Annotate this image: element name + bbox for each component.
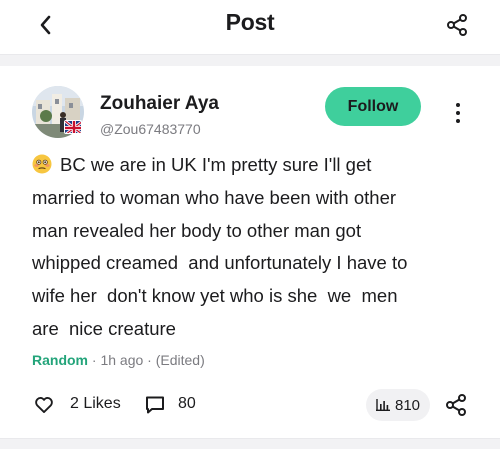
post-line-text: BC we are in UK I'm pretty sure I'll get xyxy=(60,154,372,175)
flushed-face-emoji xyxy=(32,154,52,174)
follow-button[interactable]: Follow xyxy=(325,87,421,126)
views-badge[interactable]: 810 xyxy=(366,389,430,421)
more-dot-icon xyxy=(456,119,460,123)
post-time: 1h ago xyxy=(100,352,144,368)
comment-icon xyxy=(146,396,164,414)
top-bar: Post xyxy=(0,0,500,50)
more-options-button[interactable] xyxy=(449,98,467,128)
uk-flag-icon xyxy=(64,120,82,134)
post-line: are nice creature xyxy=(32,317,176,339)
meta-separator: · xyxy=(147,352,152,368)
comment-button[interactable] xyxy=(144,395,166,415)
more-dot-icon xyxy=(456,111,460,115)
post-line: man revealed her body to other man got xyxy=(32,219,362,241)
bar-chart-icon xyxy=(375,399,390,411)
more-dot-icon xyxy=(456,103,460,107)
comments-count[interactable]: 80 xyxy=(178,395,196,413)
topic-link[interactable]: Random xyxy=(32,352,88,368)
post-line: wife her don't know yet who is she we me… xyxy=(32,285,398,307)
post-line: BC we are in UK I'm pretty sure I'll get xyxy=(32,149,482,182)
share-icon xyxy=(447,14,467,36)
meta-separator: · xyxy=(91,352,97,368)
share-post-button[interactable] xyxy=(444,393,468,417)
page-title: Post xyxy=(225,9,275,35)
section-divider xyxy=(0,54,500,66)
views-count: 810 xyxy=(394,396,421,414)
bottom-divider xyxy=(0,438,500,449)
likes-count[interactable]: 2 Likes xyxy=(70,395,121,413)
share-icon xyxy=(446,394,466,416)
post-text: BC we are in UK I'm pretty sure I'll get… xyxy=(32,149,482,346)
post-line: whipped creamed and unfortunately I have… xyxy=(32,252,408,274)
author-handle: @Zou67483770 xyxy=(100,121,201,137)
post-meta: Random · 1h ago · (Edited) xyxy=(32,352,205,368)
post-actions: 2 Likes 80 810 xyxy=(0,388,500,422)
heart-icon xyxy=(35,397,53,413)
author-name[interactable]: Zouhaier Aya xyxy=(100,93,219,115)
like-button[interactable] xyxy=(34,395,54,415)
share-button[interactable] xyxy=(443,10,471,40)
post-line: married to woman who have been with othe… xyxy=(32,186,397,208)
edited-label: (Edited) xyxy=(155,352,205,368)
